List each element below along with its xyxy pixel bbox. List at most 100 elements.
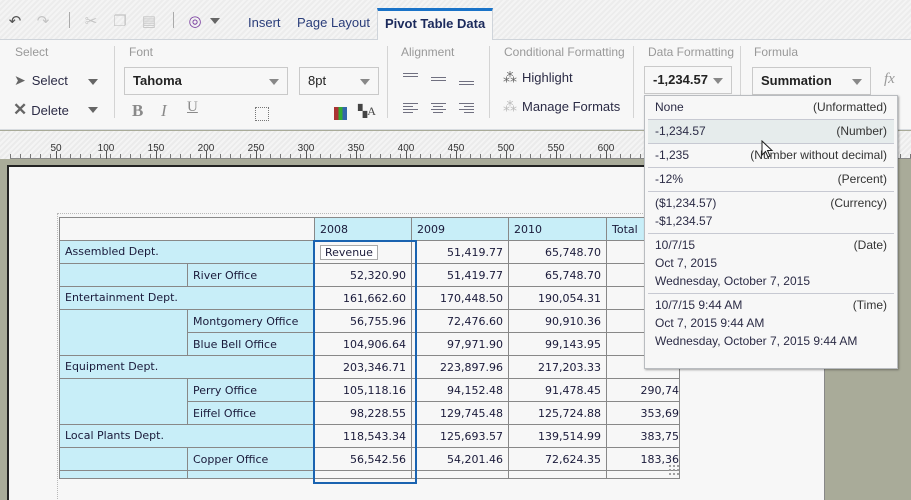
value-cell[interactable]: 139,514.99 [508,424,607,448]
value-cell[interactable]: 90,910.36 [508,309,607,333]
value-cell[interactable]: 56,542.56 [314,447,412,471]
column-header[interactable]: 2009 [411,217,509,241]
data-format-select[interactable]: -1,234.57 [644,66,732,94]
office-label-cell[interactable]: Copper Office [187,447,315,471]
tab-page-layout[interactable]: Page Layout [291,8,376,40]
value-cell[interactable]: 203,346.71 [314,355,412,379]
undo-icon[interactable]: ↶ [6,12,24,30]
measure-cell[interactable]: Revenue [314,240,412,264]
value-cell[interactable]: 223,897.96 [411,355,509,379]
toolbar-separator [69,12,70,28]
tab-insert[interactable]: Insert [242,8,287,40]
value-cell[interactable]: 54,201.46 [411,447,509,471]
table-resize-handle[interactable] [668,464,680,476]
copy-icon[interactable]: ❐ [111,12,129,30]
value-cell[interactable]: 118,543.34 [314,424,412,448]
value-cell[interactable]: 51,419.77 [411,263,509,287]
value-cell[interactable]: 56,755.96 [314,309,412,333]
format-option[interactable]: ($1,234.57) (Currency) -$1,234.57 [648,192,894,234]
data-format-dropdown-menu: None (Unformatted) -1,234.57 (Number) -1,235… [644,95,898,369]
fx-icon[interactable]: fx [884,71,895,88]
highlight-button[interactable]: ⁂ Highlight [503,69,573,86]
value-cell[interactable]: 91,478.45 [508,378,607,402]
office-label-cell[interactable]: Blue Bell Office [187,332,315,356]
table-row: Local Plants Dept. 118,543.34 125,693.57 13… [59,424,680,448]
delete-button[interactable]: ✕ Delete [13,100,69,120]
pivot-table[interactable]: 2008 2009 2010 Total Assembled Dept. Reve… [59,217,680,479]
value-cell[interactable]: 170,448.50 [411,286,509,310]
dept-label-cell[interactable]: Local Plants Dept. [59,424,315,448]
value-cell[interactable]: 217,203.33 [508,355,607,379]
format-option[interactable]: None (Unformatted) [648,96,894,120]
align-right-icon[interactable] [459,103,474,115]
value-cell[interactable]: 65,748.70 [508,240,607,264]
format-option[interactable]: -12% (Percent) [648,168,894,192]
value-cell[interactable]: 353,69 [606,401,680,425]
align-top-icon[interactable] [403,73,418,79]
underline-icon[interactable]: U [187,99,198,116]
value-cell[interactable]: 72,624.35 [508,447,607,471]
format-type-label: (Percent) [837,172,887,186]
align-left-icon[interactable] [403,103,418,115]
value-cell[interactable]: 99,143.95 [508,332,607,356]
align-middle-icon[interactable] [431,77,446,83]
redo-icon[interactable]: ↷ [34,12,52,30]
borders-icon[interactable] [255,107,269,121]
table-row: Eiffel Office 98,228.55 129,745.48 125,724.… [59,401,680,425]
dept-label-cell[interactable]: Entertainment Dept. [59,286,315,310]
italic-icon[interactable]: I [161,101,167,121]
value-cell[interactable]: 190,054.31 [508,286,607,310]
office-label-cell[interactable]: River Office [187,263,315,287]
value-cell[interactable]: 52,320.90 [314,263,412,287]
paste-icon[interactable]: ▤ [140,12,158,30]
delete-dropdown-arrow[interactable] [88,107,98,113]
fill-color-icon[interactable] [334,107,347,120]
select-button[interactable]: ➤ Select [14,72,68,89]
delete-label: Delete [31,102,69,118]
column-header[interactable]: 2008 [314,217,412,241]
tab-pivot-table-data[interactable]: Pivot Table Data [377,8,494,41]
format-example: None [655,100,684,114]
align-bottom-icon[interactable] [459,81,474,87]
font-size-select[interactable]: 8pt [299,67,379,95]
value-cell[interactable]: 98,228.55 [314,401,412,425]
value-cell[interactable]: 105,118.16 [314,378,412,402]
bold-icon[interactable]: B [132,101,143,121]
measure-label: Revenue [320,244,378,260]
dept-label-cell[interactable]: Assembled Dept. [59,240,315,264]
dept-label-cell[interactable]: Equipment Dept. [59,355,315,379]
value-cell[interactable]: 104,906.64 [314,332,412,356]
traffic-light-icon: ⁂ [503,69,517,85]
value-cell[interactable]: 125,724.88 [508,401,607,425]
value-cell[interactable]: 72,476.60 [411,309,509,333]
office-label-cell[interactable]: Montgomery Office [187,309,315,333]
select-dropdown-arrow[interactable] [88,79,98,85]
value-cell[interactable]: 383,75 [606,424,680,448]
value-cell[interactable]: 161,662.60 [314,286,412,310]
value-cell[interactable]: 94,152.48 [411,378,509,402]
value-cell[interactable]: 290,74 [606,378,680,402]
office-label-cell[interactable]: Perry Office [187,378,315,402]
ruler-major-tick [256,151,257,159]
manage-formats-button[interactable]: ⁂ Manage Formats [503,98,620,115]
data-formatting-title: Data Formatting [648,45,735,59]
top-toolbar: ↶ ↷ ✂ ❐ ▤ ◎ Insert Page Layout Pivot Tab… [0,0,911,41]
office-label-cell[interactable]: Eiffel Office [187,401,315,425]
value-cell[interactable]: 125,693.57 [411,424,509,448]
align-center-icon[interactable] [431,103,446,115]
value-cell[interactable]: 129,745.48 [411,401,509,425]
ruler-major-tick [56,151,57,159]
font-name-select[interactable]: Tahoma [124,67,288,95]
chevron-down-icon[interactable] [208,12,222,30]
formula-select[interactable]: Summation [752,67,871,95]
value-cell[interactable]: 51,419.77 [411,240,509,264]
value-cell[interactable]: 97,971.90 [411,332,509,356]
target-icon[interactable]: ◎ [186,12,204,30]
column-header[interactable]: 2010 [508,217,607,241]
format-option[interactable]: 10/7/15 9:44 AM (Time) Oct 7, 2015 9:44 AM… [648,294,894,353]
cut-icon[interactable]: ✂ [82,12,100,30]
font-name-value: Tahoma [133,73,182,88]
value-cell[interactable]: 65,748.70 [508,263,607,287]
font-color-icon[interactable]: ▚A [358,104,376,119]
format-option[interactable]: 10/7/15 (Date) Oct 7, 2015 Wednesday, Octob… [648,234,894,294]
